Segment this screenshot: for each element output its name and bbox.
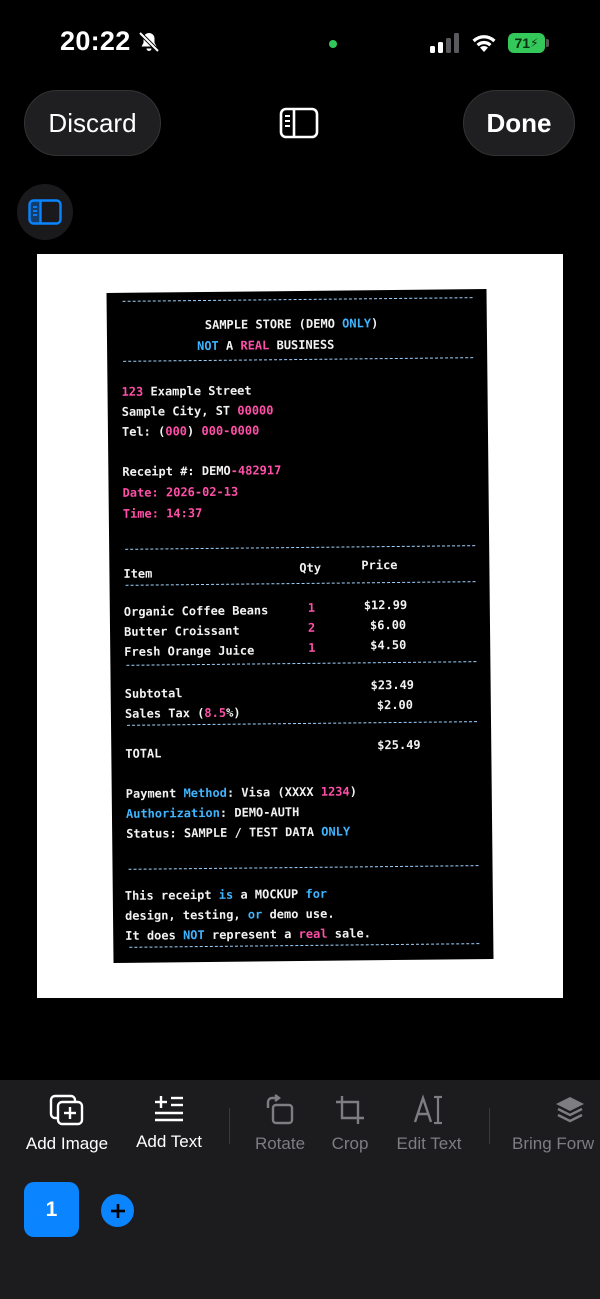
store-address: 123 Example Street <box>121 383 252 399</box>
line-item-name: Fresh Orange Juice <box>124 643 255 659</box>
add-image-label: Add Image <box>25 1134 109 1153</box>
payment-method: Payment Method: Visa (XXXX 1234) <box>125 784 358 801</box>
add-text-label: Add Text <box>136 1132 202 1151</box>
column-header-item: Item <box>123 566 153 581</box>
sidebar-icon[interactable] <box>279 107 319 139</box>
rotate-button[interactable]: Rotate <box>252 1094 308 1154</box>
store-name: SAMPLE STORE (DEMO ONLY) <box>204 316 379 332</box>
column-header-price: Price <box>361 557 398 573</box>
add-text-button[interactable]: Add Text <box>133 1094 205 1152</box>
divider <box>125 545 476 550</box>
payment-status: Status: SAMPLE / TEST DATA ONLY <box>126 824 351 841</box>
subtotal-value: $23.49 <box>370 677 415 693</box>
thumbnail-panel-toggle[interactable] <box>17 184 73 240</box>
total-label: TOTAL <box>125 746 162 761</box>
receipt-date: Date: 2026-02-13 <box>122 484 239 500</box>
layers-icon <box>556 1097 584 1123</box>
receipt-time: Time: 14:37 <box>122 506 203 521</box>
footer-line: design, testing, or demo use. <box>124 906 335 923</box>
crop-icon <box>336 1096 364 1124</box>
rotate-icon <box>266 1094 294 1125</box>
column-header-qty: Qty <box>299 560 322 576</box>
page-thumbnail[interactable]: 1 <box>24 1182 79 1237</box>
line-item-qty: 2 <box>307 620 316 635</box>
add-page-button[interactable] <box>101 1194 134 1227</box>
edit-text-button[interactable]: Edit Text <box>393 1094 465 1154</box>
line-item-name: Organic Coffee Beans <box>123 603 269 619</box>
discard-button[interactable]: Discard <box>24 90 161 156</box>
store-city: Sample City, ST 00000 <box>121 403 274 419</box>
footer-line: It does NOT represent a real sale. <box>125 926 371 943</box>
tax-label: Sales Tax (8.5%) <box>124 705 241 721</box>
total-value: $25.49 <box>377 737 421 753</box>
divider <box>125 581 476 586</box>
line-item-price: $6.00 <box>369 617 407 633</box>
battery-level: 71 ⚡ <box>508 33 545 53</box>
line-item-price: $4.50 <box>370 637 407 653</box>
plus-icon <box>110 1203 125 1218</box>
divider <box>122 297 473 302</box>
divider <box>127 721 478 726</box>
signal-icon <box>430 33 459 53</box>
toolbar-separator <box>489 1108 490 1144</box>
status-bar: 20:22 71 ⚡ <box>0 0 600 88</box>
add-text-icon <box>155 1096 183 1122</box>
bring-forward-button[interactable]: Bring Forw <box>512 1094 600 1154</box>
divider <box>129 943 480 948</box>
add-image-button[interactable]: Add Image <box>24 1094 110 1154</box>
divider <box>126 661 477 666</box>
toolbar-separator <box>229 1108 230 1144</box>
divider <box>123 357 474 362</box>
done-button[interactable]: Done <box>463 90 575 156</box>
receipt-image[interactable]: SAMPLE STORE (DEMO ONLY) NOT A REAL BUSI… <box>106 289 494 963</box>
battery-icon: 71 ⚡ <box>508 33 550 53</box>
store-phone: Tel: (000) 000-0000 <box>121 423 260 439</box>
tax-value: $2.00 <box>376 697 414 713</box>
battery-cap <box>546 39 549 47</box>
store-notice: NOT A REAL BUSINESS <box>196 337 335 354</box>
edit-text-icon <box>413 1094 442 1125</box>
sidebar-icon <box>28 199 62 225</box>
bring-forward-label: Bring Forw <box>512 1134 595 1153</box>
divider <box>128 865 479 870</box>
privacy-indicator <box>329 40 337 48</box>
bell-slash-icon <box>138 31 160 53</box>
receipt-number: Receipt #: DEMO-482917 <box>122 463 282 479</box>
subtotal-label: Subtotal <box>124 686 183 701</box>
rotate-label: Rotate <box>254 1134 306 1153</box>
line-item-qty: 1 <box>308 640 316 655</box>
footer-line: This receipt is a MOCKUP for <box>124 886 328 903</box>
edit-text-label: Edit Text <box>396 1134 462 1153</box>
authorization: Authorization: DEMO-AUTH <box>125 805 300 821</box>
crop-button[interactable]: Crop <box>329 1094 371 1154</box>
crop-label: Crop <box>331 1134 369 1153</box>
wifi-icon <box>472 35 496 52</box>
line-item-qty: 1 <box>307 600 316 615</box>
line-item-price: $12.99 <box>363 597 408 613</box>
add-image-icon <box>49 1094 84 1126</box>
status-time: 20:22 <box>60 26 131 56</box>
line-item-name: Butter Croissant <box>123 623 240 639</box>
